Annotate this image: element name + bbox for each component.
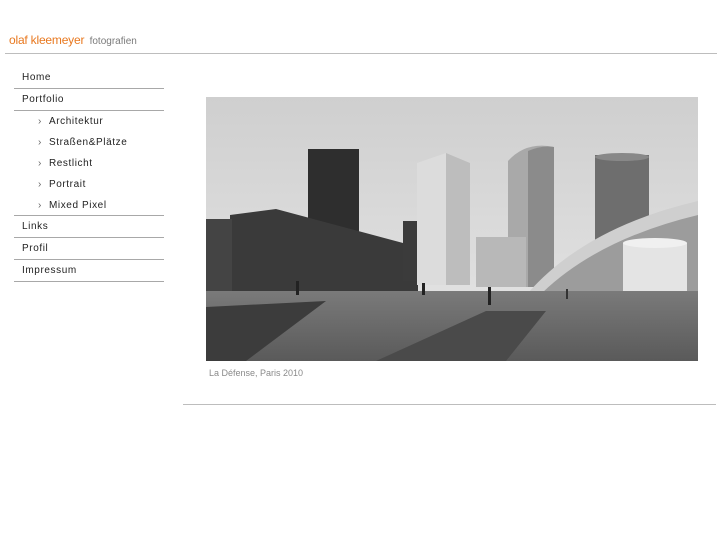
chevron-right-icon: › [38, 200, 42, 211]
photo-illustration [206, 97, 698, 361]
site-logo-text[interactable]: olaf kleemeyer [9, 33, 84, 47]
nav-subitem-label: Mixed Pixel [48, 200, 107, 211]
featured-photo[interactable] [206, 97, 698, 361]
chevron-right-icon: › [38, 137, 42, 148]
nav-subitem-label: Restlicht [48, 158, 93, 169]
sidebar-nav: Home Portfolio › Architektur › Straßen&Plä… [14, 67, 164, 282]
photo-caption: La Défense, Paris 2010 [209, 368, 304, 378]
nav-subitem-strassen-plaetze[interactable]: › Straßen&Plätze [14, 132, 164, 153]
content-divider [183, 404, 716, 405]
chevron-right-icon: › [38, 179, 42, 190]
nav-item-home[interactable]: Home [14, 67, 164, 89]
nav-item-portfolio[interactable]: Portfolio [14, 89, 164, 111]
nav-subitem-restlicht[interactable]: › Restlicht [14, 153, 164, 174]
chevron-right-icon: › [38, 116, 42, 127]
nav-item-label: Links [22, 221, 49, 232]
nav-item-label: Impressum [22, 265, 77, 276]
nav-subitem-mixed-pixel[interactable]: › Mixed Pixel [14, 195, 164, 216]
nav-item-label: Portfolio [22, 94, 65, 105]
nav-item-links[interactable]: Links [14, 216, 164, 238]
page: olaf kleemeyer fotografien Home Portfoli… [0, 0, 727, 545]
site-subtitle: fotografien [89, 36, 137, 47]
site-header: olaf kleemeyer fotografien [9, 33, 137, 47]
chevron-right-icon: › [38, 158, 42, 169]
nav-item-impressum[interactable]: Impressum [14, 260, 164, 282]
nav-subitem-architektur[interactable]: › Architektur [14, 111, 164, 132]
nav-subitem-portrait[interactable]: › Portrait [14, 174, 164, 195]
nav-subitem-label: Architektur [48, 116, 104, 127]
nav-item-profil[interactable]: Profil [14, 238, 164, 260]
nav-subitem-label: Straßen&Plätze [48, 137, 128, 148]
nav-item-label: Home [22, 72, 52, 83]
nav-subitem-label: Portrait [48, 179, 86, 190]
header-divider [5, 53, 717, 54]
nav-item-label: Profil [22, 243, 49, 254]
